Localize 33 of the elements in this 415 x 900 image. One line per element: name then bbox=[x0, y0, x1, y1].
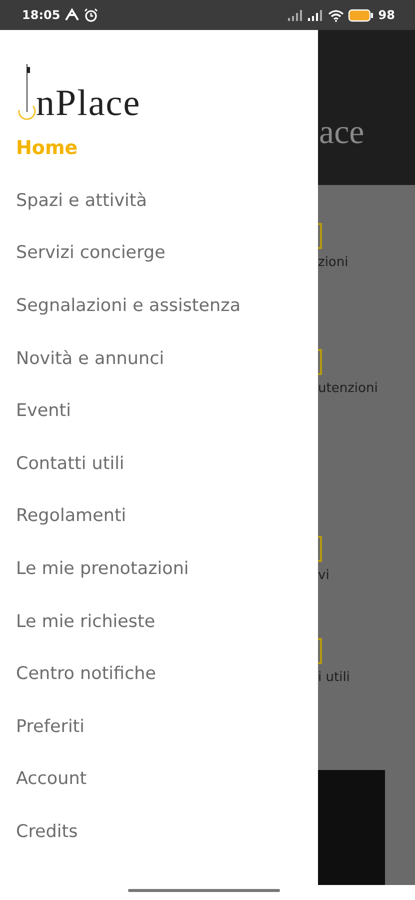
menu-item[interactable]: Centro notifiche bbox=[0, 648, 318, 701]
tile-label: zioni bbox=[318, 254, 348, 272]
menu-item[interactable]: Contatti utili bbox=[0, 438, 318, 490]
menu-item[interactable]: Preferiti bbox=[0, 700, 318, 754]
menu-item[interactable]: Novità e annunci bbox=[0, 332, 318, 385]
menu-item[interactable]: Spazi e attività bbox=[0, 174, 318, 228]
alarm-icon bbox=[84, 8, 98, 22]
wifi-icon bbox=[328, 8, 344, 22]
signal-icon bbox=[288, 9, 304, 21]
clock-time: 18:05 bbox=[22, 7, 60, 24]
menu-item[interactable]: Eventi bbox=[0, 384, 318, 438]
menu-item[interactable]: Regolamenti bbox=[0, 490, 318, 543]
home-indicator[interactable] bbox=[128, 889, 280, 892]
battery-icon bbox=[348, 8, 374, 22]
tile-icon bbox=[318, 536, 322, 562]
tile-label: vi bbox=[318, 567, 330, 585]
data-saver-icon bbox=[64, 8, 80, 22]
menu-item[interactable]: Le mie prenotazioni bbox=[0, 542, 318, 596]
battery-level: 98 bbox=[378, 7, 395, 24]
tile-icon bbox=[318, 638, 322, 664]
tile-label: utenzioni bbox=[318, 380, 378, 398]
tile-icon bbox=[318, 348, 322, 374]
tile-label: i utili bbox=[318, 668, 350, 686]
menu-item[interactable]: Le mie richieste bbox=[0, 595, 318, 648]
menu-item[interactable]: Credits bbox=[0, 806, 318, 858]
menu-item[interactable]: Account bbox=[0, 753, 318, 806]
signal-icon bbox=[308, 9, 324, 21]
menu-item[interactable]: Segnalazioni e assistenza bbox=[0, 280, 318, 332]
menu-item[interactable]: Servizi concierge bbox=[0, 227, 318, 280]
header-title: ace bbox=[319, 114, 366, 152]
tile-icon bbox=[318, 223, 322, 249]
app-logo: nPlace bbox=[36, 85, 141, 122]
logo-icon bbox=[16, 64, 36, 122]
